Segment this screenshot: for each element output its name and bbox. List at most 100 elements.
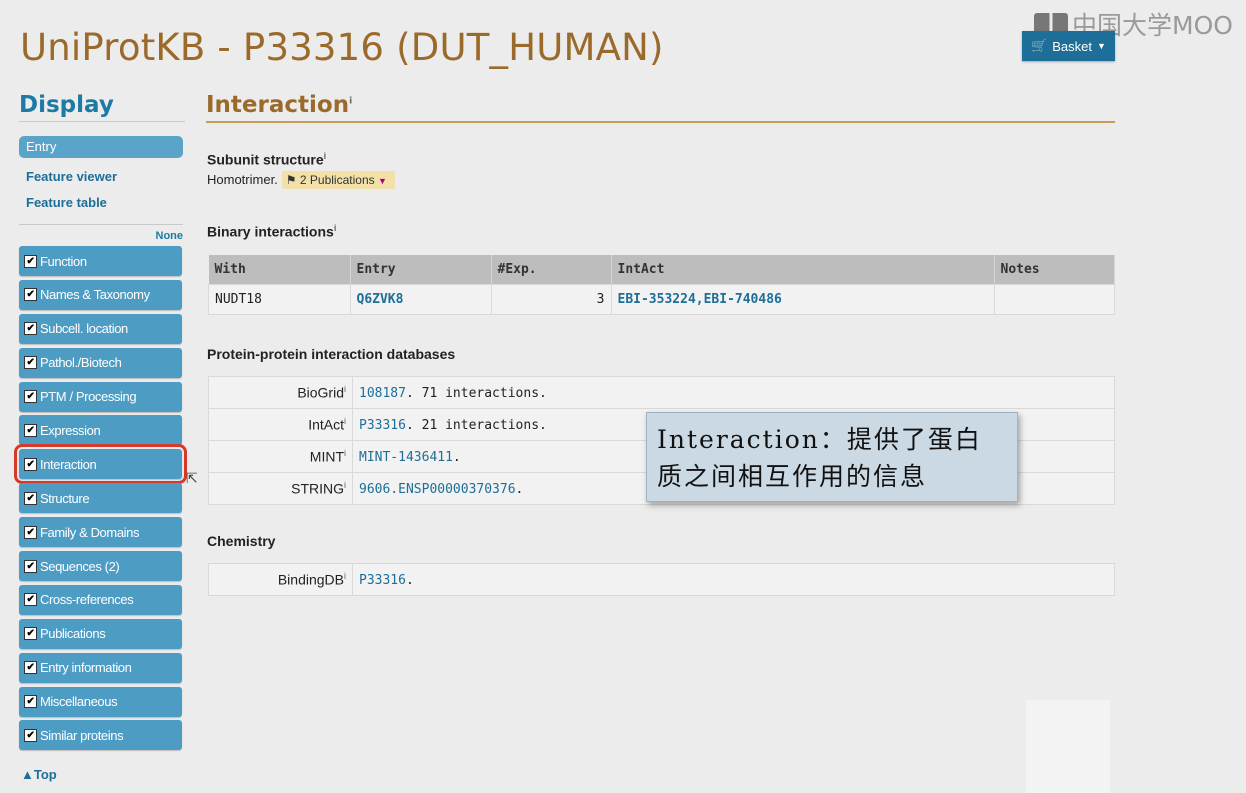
chevron-down-icon: ▼ bbox=[1097, 41, 1106, 51]
info-icon[interactable]: i bbox=[344, 571, 346, 581]
db-id-link[interactable]: 108187 bbox=[359, 386, 406, 401]
checkbox[interactable]: ✔ bbox=[24, 356, 37, 370]
feature-table-link[interactable]: Feature table bbox=[26, 195, 185, 210]
background-panel bbox=[1026, 700, 1110, 793]
info-icon[interactable]: i bbox=[349, 96, 352, 106]
sidebar-item-label: Names & Taxonomy bbox=[40, 287, 150, 303]
checkbox[interactable]: ✔ bbox=[24, 525, 37, 539]
db-detail: . bbox=[515, 481, 524, 497]
sidebar-item-function[interactable]: ✔ Function bbox=[19, 246, 182, 276]
checkbox[interactable]: ✔ bbox=[24, 661, 37, 675]
info-icon[interactable]: i bbox=[334, 223, 337, 233]
feature-viewer-link[interactable]: Feature viewer bbox=[26, 169, 185, 184]
checkbox[interactable]: ✔ bbox=[24, 695, 37, 709]
sidebar-divider bbox=[19, 224, 183, 225]
db-id-link[interactable]: MINT-1436411 bbox=[359, 450, 453, 465]
db-name: IntAct bbox=[308, 416, 344, 433]
entry-tab[interactable]: Entry bbox=[19, 136, 183, 158]
annotation-callout: Interaction：提供了蛋白 质之间相互作用的信息 bbox=[646, 412, 1018, 502]
basket-icon: 🛒 bbox=[1031, 38, 1048, 53]
db-detail: . 21 interactions. bbox=[405, 417, 547, 433]
none-link[interactable]: None bbox=[19, 230, 184, 242]
checkbox[interactable]: ✔ bbox=[24, 457, 37, 471]
db-id-link[interactable]: P33316 bbox=[359, 418, 406, 433]
sidebar-item-label: PTM / Processing bbox=[40, 389, 137, 405]
sidebar-item-publications[interactable]: ✔ Publications bbox=[19, 618, 182, 649]
sidebar-item-label: Publications bbox=[40, 626, 106, 642]
checkbox[interactable]: ✔ bbox=[24, 559, 37, 573]
db-detail: . 71 interactions. bbox=[405, 385, 547, 401]
cell-notes bbox=[993, 284, 1115, 315]
info-icon[interactable]: i bbox=[344, 384, 346, 394]
info-icon[interactable]: i bbox=[344, 480, 346, 490]
sidebar-item-family-domains[interactable]: ✔ Family & Domains bbox=[19, 517, 182, 548]
checkbox[interactable]: ✔ bbox=[24, 627, 37, 641]
caret-up-icon: ▲ bbox=[21, 767, 34, 782]
intact-link[interactable]: EBI-353224,EBI-740486 bbox=[618, 292, 782, 307]
sidebar-item-interaction[interactable]: ✔ Interaction bbox=[14, 444, 187, 485]
sidebar-item-label: Sequences (2) bbox=[40, 558, 120, 574]
sidebar-item-label: Subcell. location bbox=[40, 321, 128, 337]
sidebar-item-cross-references[interactable]: ✔ Cross-references bbox=[19, 584, 182, 615]
interaction-section: Interactioni Subunit structurei Homotrim… bbox=[206, 92, 1115, 596]
checkbox[interactable]: ✔ bbox=[24, 254, 37, 268]
column-header: Entry bbox=[350, 255, 492, 285]
db-id-link[interactable]: 9606.ENSP00000370376 bbox=[359, 482, 516, 497]
table-header-row: With Entry #Exp. IntAct Notes bbox=[208, 255, 1115, 285]
checkbox[interactable]: ✔ bbox=[24, 322, 37, 336]
sidebar-item-structure[interactable]: ✔ Structure bbox=[19, 483, 182, 514]
sidebar-item-label: Family & Domains bbox=[40, 524, 140, 540]
info-icon[interactable]: i bbox=[324, 151, 327, 161]
back-to-top-link[interactable]: ▲Top bbox=[21, 767, 57, 782]
mouse-cursor-icon: ⇱ bbox=[186, 470, 198, 486]
checkbox[interactable]: ✔ bbox=[24, 423, 37, 437]
sidebar-item-sequences[interactable]: ✔ Sequences (2) bbox=[19, 551, 182, 582]
info-icon[interactable]: i bbox=[344, 416, 346, 426]
db-value-cell: 108187. 71 interactions. bbox=[352, 376, 1115, 409]
db-value-cell: P33316. bbox=[352, 563, 1115, 596]
sidebar-item-similar-proteins[interactable]: ✔ Similar proteins bbox=[19, 720, 182, 751]
display-heading: Display bbox=[19, 92, 185, 122]
sidebar-item-label: Cross-references bbox=[40, 592, 134, 608]
table-row: NUDT18 Q6ZVK8 3 EBI-353224,EBI-740486 bbox=[208, 284, 1115, 315]
binary-interactions-title: Binary interactionsi bbox=[207, 223, 336, 240]
checkbox[interactable]: ✔ bbox=[24, 288, 37, 302]
db-detail: . bbox=[452, 449, 461, 465]
publications-label: 2 Publications bbox=[299, 172, 375, 187]
sidebar-item-label: Function bbox=[40, 253, 87, 269]
checkbox[interactable]: ✔ bbox=[24, 593, 37, 607]
sidebar-item-names-taxonomy[interactable]: ✔ Names & Taxonomy bbox=[19, 279, 182, 310]
checkbox[interactable]: ✔ bbox=[24, 390, 37, 404]
db-name: BioGrid bbox=[297, 384, 344, 401]
db-detail: . bbox=[405, 572, 414, 588]
callout-line-1: Interaction：提供了蛋白 bbox=[657, 425, 982, 454]
subunit-title-text: Subunit structure bbox=[207, 151, 324, 168]
sidebar-item-label: Interaction bbox=[40, 456, 97, 472]
sidebar-item-pathol-biotech[interactable]: ✔ Pathol./Biotech bbox=[19, 347, 182, 378]
info-icon[interactable]: i bbox=[344, 448, 346, 458]
checkbox[interactable]: ✔ bbox=[24, 491, 37, 505]
sidebar-item-miscellaneous[interactable]: ✔ Miscellaneous bbox=[19, 686, 182, 717]
entry-link[interactable]: Q6ZVK8 bbox=[357, 292, 404, 307]
basket-label: Basket bbox=[1052, 38, 1092, 54]
sidebar-item-label: Structure bbox=[40, 490, 90, 506]
db-name-cell: MINTi bbox=[208, 440, 353, 473]
db-id-link[interactable]: P33316 bbox=[359, 573, 406, 588]
subunit-title: Subunit structurei bbox=[207, 151, 395, 168]
db-name-cell: BioGridi bbox=[208, 376, 353, 409]
basket-button[interactable]: 🛒 Basket ▼ bbox=[1022, 31, 1115, 61]
subunit-structure: Subunit structurei Homotrimer. ⚑ 2 Publi… bbox=[207, 151, 395, 189]
checkbox[interactable]: ✔ bbox=[24, 728, 37, 742]
sidebar-item-expression[interactable]: ✔ Expression bbox=[19, 415, 182, 446]
top-label: Top bbox=[33, 767, 57, 782]
table-row: BindingDBi P33316. bbox=[208, 563, 1115, 596]
chemistry-title: Chemistry bbox=[207, 533, 276, 549]
publications-dropdown[interactable]: ⚑ 2 Publications ▼ bbox=[281, 170, 395, 189]
page-title: UniProtKB - P33316 (DUT_HUMAN) bbox=[20, 26, 664, 69]
subunit-text: Homotrimer. bbox=[207, 172, 278, 188]
sidebar-item-label: Entry information bbox=[40, 660, 132, 676]
sidebar-item-entry-information[interactable]: ✔ Entry information bbox=[19, 652, 182, 683]
cell-exp: 3 bbox=[490, 284, 612, 315]
sidebar-item-subcell-location[interactable]: ✔ Subcell. location bbox=[19, 313, 182, 344]
sidebar-item-ptm-processing[interactable]: ✔ PTM / Processing bbox=[19, 381, 182, 412]
